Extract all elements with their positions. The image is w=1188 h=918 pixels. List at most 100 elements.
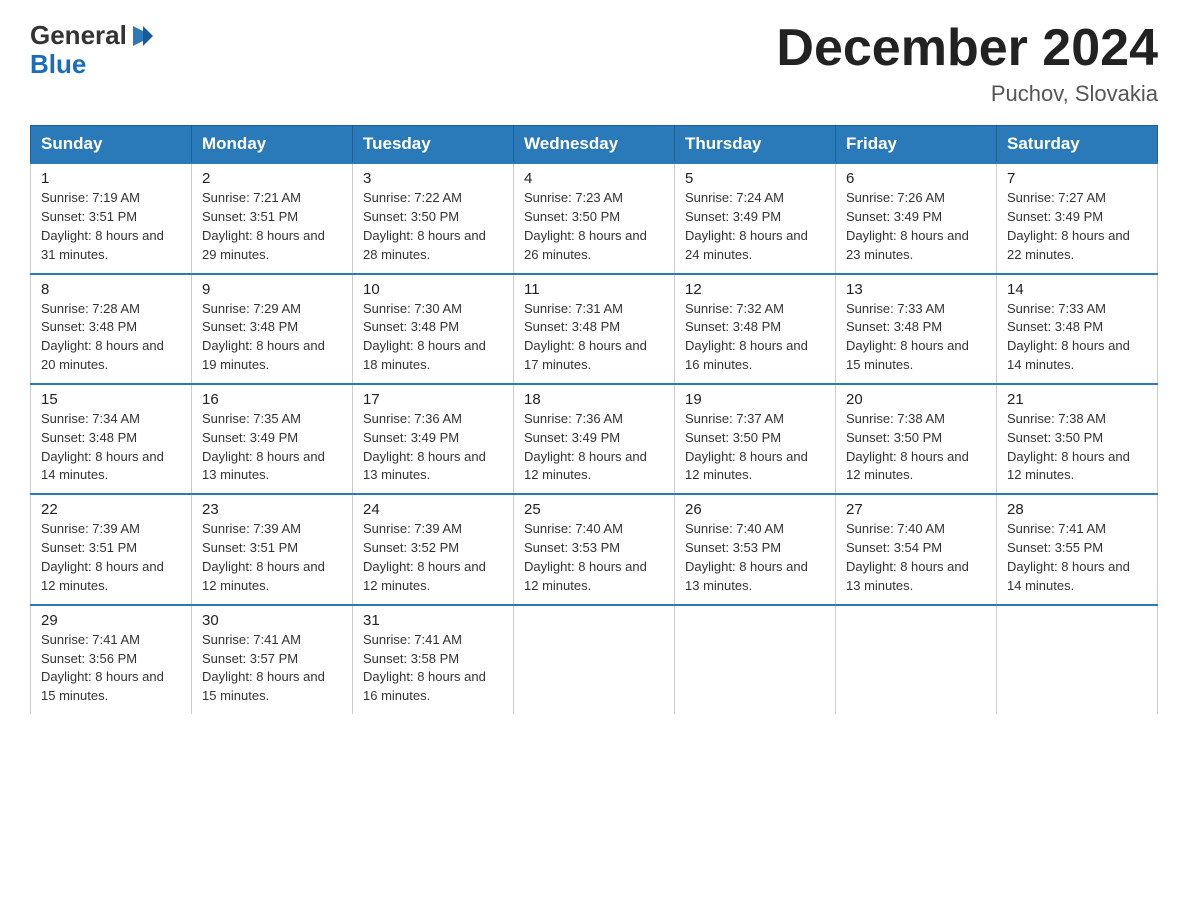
day-info: Sunrise: 7:26 AMSunset: 3:49 PMDaylight:… [846,189,986,264]
day-number: 12 [685,281,825,298]
day-number: 4 [524,170,664,187]
day-number: 19 [685,391,825,408]
col-header-tuesday: Tuesday [353,126,514,164]
day-number: 1 [41,170,181,187]
calendar-cell: 6 Sunrise: 7:26 AMSunset: 3:49 PMDaylight… [836,163,997,273]
day-number: 21 [1007,391,1147,408]
day-number: 17 [363,391,503,408]
day-info: Sunrise: 7:39 AMSunset: 3:52 PMDaylight:… [363,520,503,595]
col-header-wednesday: Wednesday [514,126,675,164]
calendar-cell: 7Sunrise: 7:27 AMSunset: 3:49 PMDaylight… [997,163,1158,273]
day-number: 23 [202,501,342,518]
week-row-5: 29 Sunrise: 7:41 AMSunset: 3:56 PMDayligh… [31,605,1158,714]
day-info: Sunrise: 7:41 AMSunset: 3:57 PMDaylight:… [202,631,342,706]
day-number: 15 [41,391,181,408]
day-info: Sunrise: 7:40 AMSunset: 3:53 PMDaylight:… [685,520,825,595]
day-number: 18 [524,391,664,408]
day-info: Sunrise: 7:38 AMSunset: 3:50 PMDaylight:… [846,410,986,485]
day-number: 20 [846,391,986,408]
day-info: Sunrise: 7:38 AMSunset: 3:50 PMDaylight:… [1007,410,1147,485]
col-header-sunday: Sunday [31,126,192,164]
calendar-cell [675,605,836,714]
day-info: Sunrise: 7:30 AMSunset: 3:48 PMDaylight:… [363,300,503,375]
day-info: Sunrise: 7:33 AMSunset: 3:48 PMDaylight:… [1007,300,1147,375]
calendar-cell: 19 Sunrise: 7:37 AMSunset: 3:50 PMDayligh… [675,384,836,494]
calendar-cell: 14 Sunrise: 7:33 AMSunset: 3:48 PMDayligh… [997,274,1158,384]
calendar-cell: 13 Sunrise: 7:33 AMSunset: 3:48 PMDayligh… [836,274,997,384]
week-row-2: 8Sunrise: 7:28 AMSunset: 3:48 PMDaylight… [31,274,1158,384]
calendar-cell: 29 Sunrise: 7:41 AMSunset: 3:56 PMDayligh… [31,605,192,714]
day-info: Sunrise: 7:24 AMSunset: 3:49 PMDaylight:… [685,189,825,264]
calendar-cell: 17 Sunrise: 7:36 AMSunset: 3:49 PMDayligh… [353,384,514,494]
day-info: Sunrise: 7:40 AMSunset: 3:54 PMDaylight:… [846,520,986,595]
calendar-cell: 16 Sunrise: 7:35 AMSunset: 3:49 PMDayligh… [192,384,353,494]
calendar-header-row: SundayMondayTuesdayWednesdayThursdayFrid… [31,126,1158,164]
day-number: 14 [1007,281,1147,298]
calendar-cell: 27 Sunrise: 7:40 AMSunset: 3:54 PMDayligh… [836,494,997,604]
day-number: 28 [1007,501,1147,518]
title-block: December 2024 Puchov, Slovakia [776,20,1158,107]
day-number: 9 [202,281,342,298]
day-info: Sunrise: 7:35 AMSunset: 3:49 PMDaylight:… [202,410,342,485]
day-number: 5 [685,170,825,187]
day-info: Sunrise: 7:27 AMSunset: 3:49 PMDaylight:… [1007,189,1147,264]
calendar-cell [836,605,997,714]
day-number: 25 [524,501,664,518]
col-header-thursday: Thursday [675,126,836,164]
day-number: 30 [202,612,342,629]
day-number: 10 [363,281,503,298]
calendar-cell: 31 Sunrise: 7:41 AMSunset: 3:58 PMDayligh… [353,605,514,714]
day-info: Sunrise: 7:29 AMSunset: 3:48 PMDaylight:… [202,300,342,375]
calendar-cell: 12 Sunrise: 7:32 AMSunset: 3:48 PMDayligh… [675,274,836,384]
logo-general-text: General [30,21,127,50]
calendar-cell: 2Sunrise: 7:21 AMSunset: 3:51 PMDaylight… [192,163,353,273]
calendar-cell: 1Sunrise: 7:19 AMSunset: 3:51 PMDaylight… [31,163,192,273]
day-number: 22 [41,501,181,518]
calendar-cell: 22Sunrise: 7:39 AMSunset: 3:51 PMDayligh… [31,494,192,604]
day-number: 6 [846,170,986,187]
day-info: Sunrise: 7:21 AMSunset: 3:51 PMDaylight:… [202,189,342,264]
calendar-cell: 8Sunrise: 7:28 AMSunset: 3:48 PMDaylight… [31,274,192,384]
day-number: 31 [363,612,503,629]
calendar-cell: 21 Sunrise: 7:38 AMSunset: 3:50 PMDayligh… [997,384,1158,494]
day-info: Sunrise: 7:36 AMSunset: 3:49 PMDaylight:… [524,410,664,485]
day-number: 13 [846,281,986,298]
day-info: Sunrise: 7:41 AMSunset: 3:56 PMDaylight:… [41,631,181,706]
calendar-cell: 25 Sunrise: 7:40 AMSunset: 3:53 PMDayligh… [514,494,675,604]
day-info: Sunrise: 7:33 AMSunset: 3:48 PMDaylight:… [846,300,986,375]
week-row-3: 15Sunrise: 7:34 AMSunset: 3:48 PMDayligh… [31,384,1158,494]
col-header-saturday: Saturday [997,126,1158,164]
week-row-4: 22 Sunrise: 7:39 AMSunset: 3:51 PMDayligh… [31,494,1158,604]
day-info: Sunrise: 7:22 AMSunset: 3:50 PMDaylight:… [363,189,503,264]
day-info: Sunrise: 7:37 AMSunset: 3:50 PMDaylight:… [685,410,825,485]
day-number: 27 [846,501,986,518]
calendar-cell: 5 Sunrise: 7:24 AMSunset: 3:49 PMDaylight… [675,163,836,273]
col-header-monday: Monday [192,126,353,164]
calendar-cell: 9 Sunrise: 7:29 AMSunset: 3:48 PMDaylight… [192,274,353,384]
day-info: Sunrise: 7:40 AMSunset: 3:53 PMDaylight:… [524,520,664,595]
day-number: 16 [202,391,342,408]
day-number: 3 [363,170,503,187]
day-info: Sunrise: 7:36 AMSunset: 3:49 PMDaylight:… [363,410,503,485]
day-info: Sunrise: 7:28 AMSunset: 3:48 PMDaylight:… [41,300,181,375]
day-info: Sunrise: 7:41 AMSunset: 3:58 PMDaylight:… [363,631,503,706]
location-subtitle: Puchov, Slovakia [776,81,1158,107]
page-header: General Blue December 2024 Puchov, Slova… [30,20,1158,107]
calendar-cell: 4Sunrise: 7:23 AMSunset: 3:50 PMDaylight… [514,163,675,273]
col-header-friday: Friday [836,126,997,164]
day-info: Sunrise: 7:32 AMSunset: 3:48 PMDaylight:… [685,300,825,375]
calendar-cell: 15Sunrise: 7:34 AMSunset: 3:48 PMDayligh… [31,384,192,494]
logo: General Blue [30,20,157,79]
day-info: Sunrise: 7:31 AMSunset: 3:48 PMDaylight:… [524,300,664,375]
day-number: 26 [685,501,825,518]
day-number: 24 [363,501,503,518]
month-title: December 2024 [776,20,1158,77]
day-number: 29 [41,612,181,629]
calendar-cell: 3 Sunrise: 7:22 AMSunset: 3:50 PMDaylight… [353,163,514,273]
calendar-cell [514,605,675,714]
week-row-1: 1Sunrise: 7:19 AMSunset: 3:51 PMDaylight… [31,163,1158,273]
day-number: 11 [524,281,664,298]
day-info: Sunrise: 7:39 AMSunset: 3:51 PMDaylight:… [202,520,342,595]
logo-blue-text: Blue [30,49,86,79]
calendar-cell [997,605,1158,714]
